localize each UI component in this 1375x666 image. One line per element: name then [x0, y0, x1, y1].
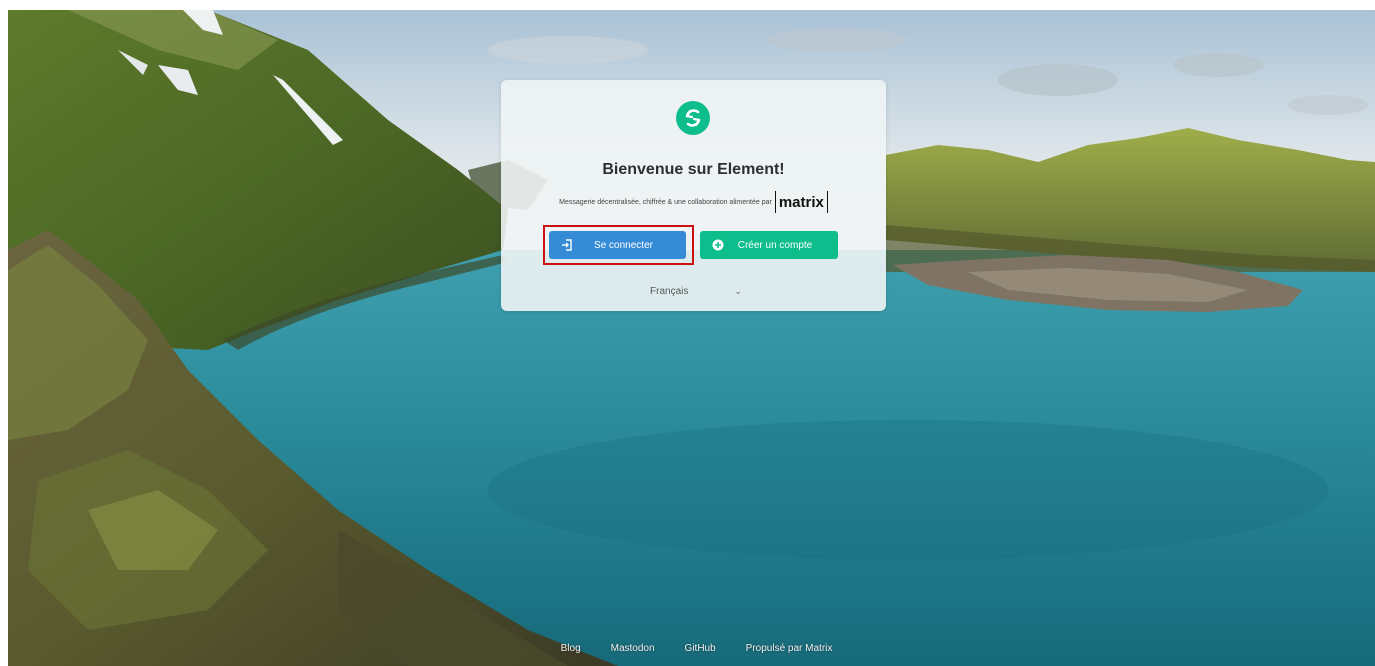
footer-link-mastodon[interactable]: Mastodon: [611, 643, 655, 661]
chevron-down-icon: ⌄: [734, 285, 742, 296]
sign-in-icon: [561, 239, 573, 251]
footer-link-github[interactable]: GitHub: [685, 643, 716, 661]
plus-circle-icon: [712, 239, 724, 251]
element-welcome-page: Bienvenue sur Element! Messagerie décent…: [0, 0, 1375, 666]
language-dropdown[interactable]: Français ⌄: [621, 280, 771, 302]
welcome-subtitle-row: Messagerie décentralisée, chiffrée & une…: [501, 190, 886, 214]
language-selected: Français: [650, 285, 689, 297]
footer-link-blog[interactable]: Blog: [561, 643, 581, 661]
welcome-card: Bienvenue sur Element! Messagerie décent…: [501, 80, 886, 311]
footer-link-powered-by-matrix[interactable]: Propulsé par Matrix: [746, 643, 833, 661]
login-button-label: Se connecter: [594, 239, 653, 251]
matrix-logo[interactable]: matrix: [774, 191, 828, 213]
element-logo-icon: [676, 101, 710, 135]
welcome-title: Bienvenue sur Element!: [602, 161, 785, 178]
login-button[interactable]: Se connecter: [549, 231, 686, 259]
create-account-button[interactable]: Créer un compte: [700, 231, 838, 259]
welcome-subtitle: Messagerie décentralisée, chiffrée & une…: [559, 198, 772, 206]
footer-links: Blog Mastodon GitHub Propulsé par Matrix: [0, 643, 1375, 661]
create-account-button-label: Créer un compte: [737, 239, 813, 251]
